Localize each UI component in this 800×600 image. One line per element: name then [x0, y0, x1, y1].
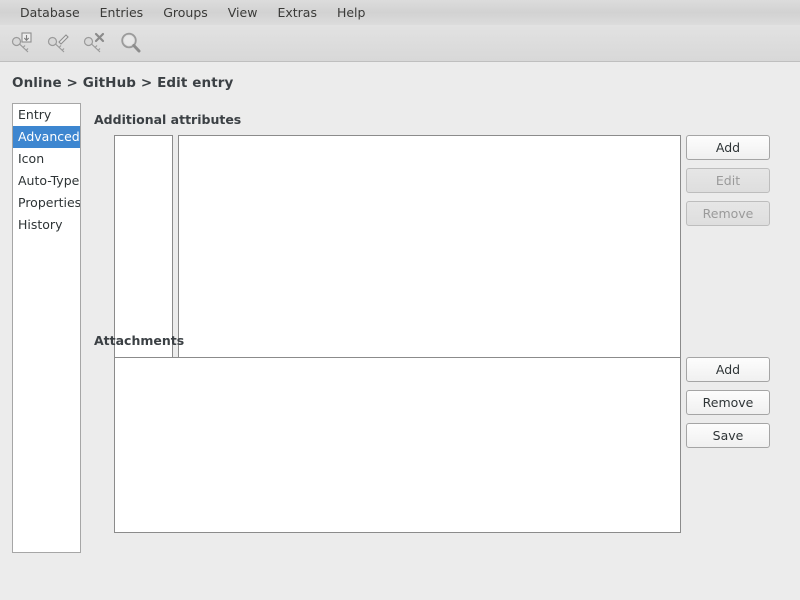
toolbar-delete-entry-button[interactable] — [78, 27, 112, 59]
toolbar-add-entry-button[interactable] — [6, 27, 40, 59]
additional-attributes-label: Additional attributes — [94, 112, 241, 127]
search-icon — [118, 31, 144, 55]
attachments-label: Attachments — [94, 333, 184, 348]
key-delete-icon — [82, 31, 108, 55]
category-list[interactable]: Entry Advanced Icon Auto-Type Properties… — [12, 103, 81, 553]
key-add-icon — [10, 31, 36, 55]
toolbar — [0, 25, 800, 62]
menu-groups[interactable]: Groups — [153, 2, 218, 23]
app-window: Database Entries Groups View Extras Help — [0, 0, 800, 600]
attribute-remove-button[interactable]: Remove — [686, 201, 770, 226]
menu-help[interactable]: Help — [327, 2, 376, 23]
toolbar-edit-entry-button[interactable] — [42, 27, 76, 59]
toolbar-search-button[interactable] — [114, 27, 148, 59]
sidebar-item-properties[interactable]: Properties — [13, 192, 80, 214]
attribute-add-button[interactable]: Add — [686, 135, 770, 160]
attribute-value-editor[interactable] — [178, 135, 681, 376]
sidebar-item-icon[interactable]: Icon — [13, 148, 80, 170]
dialog-body: Online > GitHub > Edit entry Entry Advan… — [0, 63, 800, 600]
attachment-save-button[interactable]: Save — [686, 423, 770, 448]
sidebar-item-auto-type[interactable]: Auto-Type — [13, 170, 80, 192]
menu-database[interactable]: Database — [10, 2, 90, 23]
attachments-list[interactable] — [114, 357, 681, 533]
sidebar-item-entry[interactable]: Entry — [13, 104, 80, 126]
sidebar-item-history[interactable]: History — [13, 214, 80, 236]
menu-entries[interactable]: Entries — [90, 2, 154, 23]
attachment-remove-button[interactable]: Remove — [686, 390, 770, 415]
attachment-add-button[interactable]: Add — [686, 357, 770, 382]
attribute-edit-button[interactable]: Edit — [686, 168, 770, 193]
menu-extras[interactable]: Extras — [267, 2, 327, 23]
sidebar-item-advanced[interactable]: Advanced — [13, 126, 80, 148]
menu-view[interactable]: View — [218, 2, 268, 23]
breadcrumb: Online > GitHub > Edit entry — [12, 75, 233, 91]
key-edit-icon — [46, 31, 72, 55]
menu-bar: Database Entries Groups View Extras Help — [0, 0, 800, 25]
